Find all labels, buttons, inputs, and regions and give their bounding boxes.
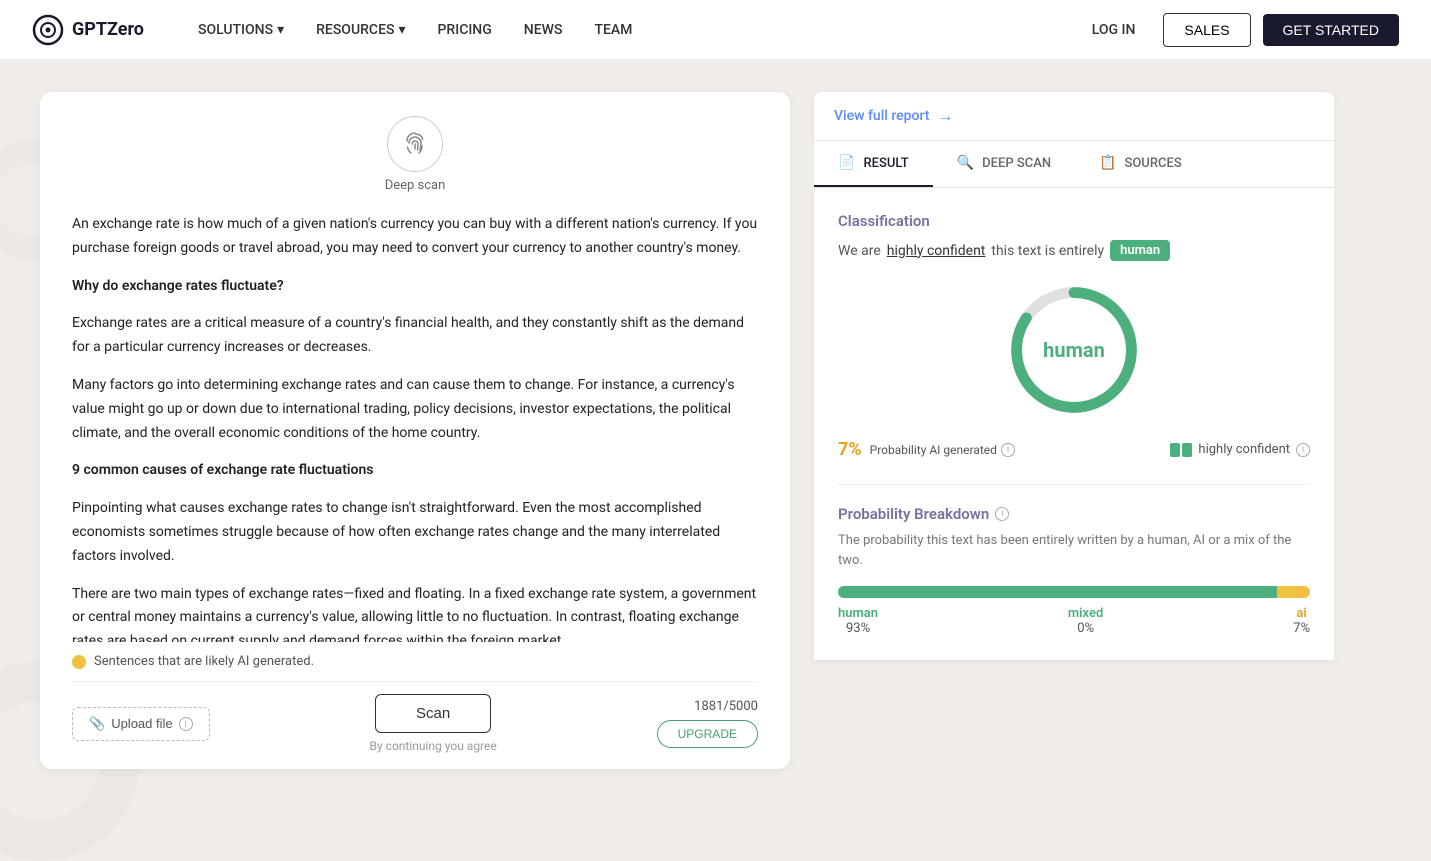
view-full-report-link[interactable]: View full report [834, 108, 929, 124]
prob-bar-container: human 93% mixed 0% ai 7% [838, 586, 1310, 636]
footer-right: 1881/5000 UPGRADE [657, 699, 758, 748]
deep-scan-header: Deep scan [72, 116, 758, 193]
human-pct: 93% [838, 621, 878, 636]
article-content: An exchange rate is how much of a given … [72, 213, 758, 642]
result-content: Classification We are highly confident t… [814, 188, 1334, 660]
mixed-label: mixed [1068, 606, 1103, 621]
nav-pricing[interactable]: PRICING [423, 14, 505, 46]
arrow-right-icon: → [937, 106, 953, 126]
article-para-6: There are two main types of exchange rat… [72, 583, 758, 642]
login-button[interactable]: LOG IN [1076, 14, 1152, 46]
donut-label: human [1043, 338, 1105, 362]
navbar: GPTZero SOLUTIONS ▾ RESOURCES ▾ PRICING … [0, 0, 1431, 60]
article-para-0: An exchange rate is how much of a given … [72, 213, 758, 261]
tab-result[interactable]: 📄 RESULT [814, 141, 933, 187]
upload-info-icon[interactable]: i [179, 717, 193, 731]
human-label: human [838, 606, 878, 621]
conf-bar-1 [1170, 443, 1180, 457]
ai-probability-pct: 7% [838, 439, 862, 460]
article-heading-1: Why do exchange rates fluctuate? [72, 275, 758, 299]
confidence-indicator: highly confident i [1170, 442, 1310, 457]
donut-chart: human [1009, 285, 1139, 415]
nav-news[interactable]: NEWS [510, 14, 577, 46]
prob-label-human: human 93% [838, 606, 878, 636]
scan-button[interactable]: Scan [375, 694, 491, 733]
sales-button[interactable]: SALES [1163, 13, 1250, 47]
get-started-button[interactable]: GET STARTED [1263, 14, 1399, 46]
donut-chart-container: human [838, 285, 1310, 415]
prob-bar-track [838, 586, 1310, 598]
classification-section: Classification We are highly confident t… [838, 212, 1310, 460]
nav-actions: LOG IN SALES GET STARTED [1076, 13, 1399, 47]
logo-text: GPTZero [72, 19, 144, 40]
prob-labels: human 93% mixed 0% ai 7% [838, 606, 1310, 636]
tab-deep-scan[interactable]: 🔍 DEEP SCAN [933, 141, 1075, 187]
ai-probability-label: Probability AI generated [870, 443, 997, 457]
chevron-down-icon: ▾ [277, 22, 284, 38]
main-container: Deep scan An exchange rate is how much o… [0, 60, 1431, 801]
highly-confident-link[interactable]: highly confident [887, 243, 986, 259]
ai-sentence-note: Sentences that are likely AI generated. [72, 654, 758, 669]
conf-bar-2 [1182, 443, 1192, 457]
word-count: 1881/5000 [657, 699, 758, 714]
prob-title-row: Probability Breakdown i [838, 505, 1310, 523]
nav-solutions[interactable]: SOLUTIONS ▾ [184, 14, 298, 46]
classification-badge: human [1110, 240, 1170, 261]
chevron-down-icon: ▾ [398, 22, 405, 38]
result-tabs: 📄 RESULT 🔍 DEEP SCAN 📋 SOURCES [814, 141, 1334, 188]
fingerprint-icon [387, 116, 443, 172]
classification-title: Classification [838, 212, 1310, 230]
prob-label-ai: ai 7% [1293, 606, 1310, 636]
upgrade-button[interactable]: UPGRADE [657, 720, 758, 748]
ai-label: ai [1293, 606, 1310, 621]
prob-description: The probability this text has been entir… [838, 531, 1310, 570]
ai-pct: 7% [1293, 621, 1310, 636]
stats-row: 7% Probability AI generated i highly con… [838, 439, 1310, 460]
nav-team[interactable]: TEAM [580, 14, 646, 46]
nav-links: SOLUTIONS ▾ RESOURCES ▾ PRICING NEWS TEA… [184, 14, 1076, 46]
article-para-2: Exchange rates are a critical measure of… [72, 312, 758, 360]
article-para-5: Pinpointing what causes exchange rates t… [72, 497, 758, 568]
logo[interactable]: GPTZero [32, 14, 144, 46]
sources-icon: 📋 [1099, 155, 1116, 171]
prob-title: Probability Breakdown [838, 505, 989, 523]
right-panel: View full report → 📄 RESULT 🔍 DEEP SCAN … [814, 92, 1334, 769]
article-para-3: Many factors go into determining exchang… [72, 374, 758, 445]
ai-dot-icon [72, 655, 86, 669]
nav-resources[interactable]: RESOURCES ▾ [302, 14, 419, 46]
report-link-bar: View full report → [814, 92, 1334, 141]
prob-bar-human [838, 586, 1277, 598]
article-heading-4: 9 common causes of exchange rate fluctua… [72, 459, 758, 483]
upload-icon: 📎 [89, 716, 105, 732]
mixed-pct: 0% [1068, 621, 1103, 636]
left-panel-footer: 📎 Upload file i Scan By continuing you a… [72, 681, 758, 753]
confidence-info-icon[interactable]: i [1296, 443, 1310, 457]
prob-info-icon[interactable]: i [995, 507, 1009, 521]
upload-file-button[interactable]: 📎 Upload file i [72, 707, 210, 741]
prob-label-mixed: mixed 0% [1068, 606, 1103, 636]
left-panel: Deep scan An exchange rate is how much o… [40, 92, 790, 769]
confidence-bars [1170, 443, 1192, 457]
prob-bar-ai [1277, 586, 1310, 598]
confident-label: highly confident [1198, 442, 1290, 457]
fingerprint-tab-icon: 🔍 [957, 155, 974, 171]
document-icon: 📄 [838, 155, 855, 171]
ai-prob-info-icon[interactable]: i [1001, 443, 1015, 457]
confidence-text: We are highly confident this text is ent… [838, 240, 1310, 261]
ai-probability-stat: 7% Probability AI generated i [838, 439, 1015, 460]
tab-sources[interactable]: 📋 SOURCES [1075, 141, 1206, 187]
deep-scan-label: Deep scan [385, 178, 446, 193]
probability-breakdown: Probability Breakdown i The probability … [838, 505, 1310, 636]
section-divider [838, 484, 1310, 485]
